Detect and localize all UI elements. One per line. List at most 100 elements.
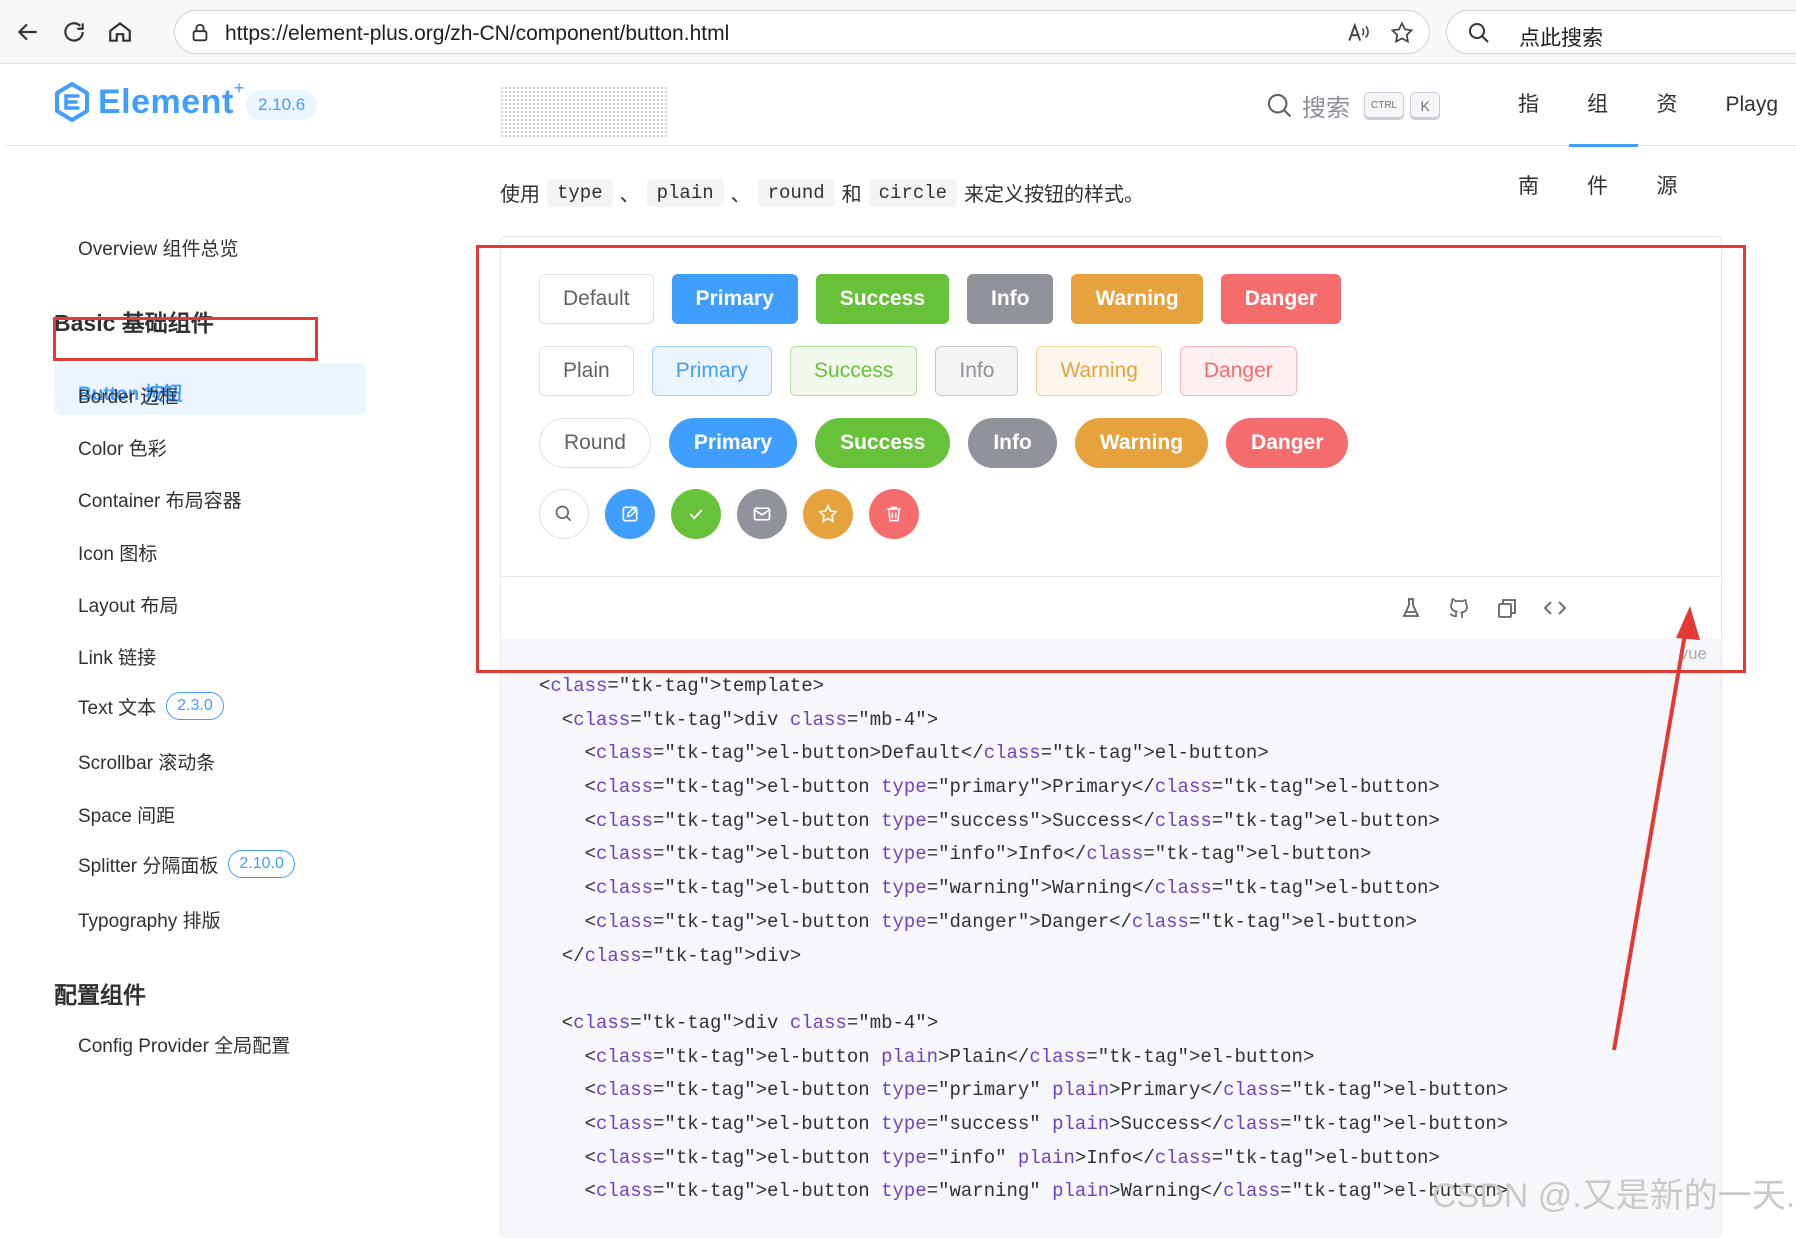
playground-icon[interactable] bbox=[1399, 596, 1423, 620]
button-row-round: Round Primary Success Info Warning Dange… bbox=[539, 418, 1366, 468]
button-row-plain: Plain Primary Success Info Warning Dange… bbox=[539, 346, 1315, 396]
warning-button[interactable]: Warning bbox=[1071, 274, 1203, 324]
element-logo-icon bbox=[55, 82, 89, 122]
info-button[interactable]: Info bbox=[967, 274, 1054, 324]
url-text[interactable]: https://element-plus.org/zh-CN/component… bbox=[225, 22, 729, 46]
round-info-button[interactable]: Info bbox=[968, 418, 1057, 468]
nav-guide[interactable]: 指南 bbox=[1500, 64, 1569, 198]
round-danger-button[interactable]: Danger bbox=[1226, 418, 1349, 468]
sidebar-item-color[interactable]: Color 色彩 bbox=[78, 434, 167, 461]
nav-components[interactable]: 组件 bbox=[1569, 64, 1639, 198]
code-circle: circle bbox=[868, 178, 958, 207]
copy-icon[interactable] bbox=[1495, 596, 1519, 620]
circle-edit-button[interactable] bbox=[605, 489, 655, 539]
star-icon bbox=[818, 503, 838, 523]
kbd-ctrl: CTRL bbox=[1364, 91, 1405, 120]
search-icon bbox=[1267, 93, 1292, 117]
version-badge[interactable]: 2.10.6 bbox=[246, 90, 318, 120]
address-bar[interactable]: https://element-plus.org/zh-CN/component… bbox=[174, 10, 1430, 54]
button-row-default: Default Primary Success Info Warning Dan… bbox=[539, 274, 1359, 324]
circle-delete-button[interactable] bbox=[869, 489, 919, 539]
sidebar-item-label: Border 边框 bbox=[78, 387, 179, 408]
source-code-block: vue <class="tk-tag">template> <class="tk… bbox=[501, 638, 1721, 1238]
site-info-icon[interactable] bbox=[189, 22, 211, 44]
home-button[interactable] bbox=[102, 14, 138, 50]
sidebar-item-text[interactable]: Text 文本 2.3.0 bbox=[78, 692, 224, 720]
sidebar-item-typography[interactable]: Typography 排版 bbox=[78, 906, 221, 933]
demo-preview: Default Primary Success Info Warning Dan… bbox=[501, 237, 1721, 577]
circle-star-button[interactable] bbox=[803, 489, 853, 539]
code-line: <class="tk-tag">el-button plain>Plain</c… bbox=[539, 1045, 1315, 1068]
search-icon bbox=[1469, 23, 1489, 43]
danger-button[interactable]: Danger bbox=[1220, 274, 1342, 324]
primary-button[interactable]: Primary bbox=[671, 274, 798, 324]
top-nav: 指南 组件 资源 Playg bbox=[1500, 64, 1796, 198]
favorite-star-icon[interactable] bbox=[1389, 20, 1415, 46]
back-button[interactable] bbox=[10, 14, 46, 50]
sidebar-item-container[interactable]: Container 布局容器 bbox=[78, 486, 242, 513]
refresh-icon bbox=[64, 22, 84, 42]
code-line: <class="tk-tag">el-button type="primary"… bbox=[539, 776, 1440, 799]
sidebar-item-border[interactable]: Border 边框 bbox=[78, 382, 178, 409]
code-line: <class="tk-tag">template> bbox=[539, 675, 825, 697]
circle-search-button[interactable] bbox=[539, 489, 589, 539]
code-plain: plain bbox=[646, 178, 724, 207]
home-icon bbox=[109, 21, 131, 42]
sidebar-item-label: Icon 图标 bbox=[78, 544, 158, 565]
intro-separator: 、 bbox=[730, 184, 751, 206]
annotation-arrow bbox=[1612, 606, 1700, 1051]
message-icon bbox=[753, 507, 771, 521]
sidebar-item-layout[interactable]: Layout 布局 bbox=[78, 591, 178, 618]
version-badge: 2.3.0 bbox=[166, 692, 224, 720]
check-icon bbox=[689, 509, 703, 520]
sidebar-item-overview[interactable]: Overview 组件总览 bbox=[78, 234, 238, 261]
default-button[interactable]: Default bbox=[539, 274, 654, 324]
sidebar-group-config: 配置组件 bbox=[54, 982, 146, 1008]
sidebar-item-label: Color 色彩 bbox=[78, 439, 167, 460]
nav-resources[interactable]: 资源 bbox=[1638, 64, 1707, 198]
button-row-circle bbox=[539, 489, 935, 539]
browser-search-box[interactable]: 点此搜索 bbox=[1446, 10, 1796, 54]
read-aloud-icon[interactable] bbox=[1345, 20, 1371, 46]
round-success-button[interactable]: Success bbox=[815, 418, 951, 468]
round-warning-button[interactable]: Warning bbox=[1074, 418, 1209, 468]
element-logo[interactable]: Element + bbox=[54, 78, 244, 122]
nav-playground[interactable]: Playg bbox=[1707, 64, 1796, 146]
demo-block: Default Primary Success Info Warning Dan… bbox=[500, 236, 1722, 1238]
source-code: <class="tk-tag">template> <class="tk-tag… bbox=[539, 670, 1508, 1209]
refresh-button[interactable] bbox=[56, 14, 92, 50]
search-label: 搜索 bbox=[1302, 95, 1350, 122]
success-button[interactable]: Success bbox=[815, 274, 949, 324]
round-button[interactable]: Round bbox=[539, 418, 651, 468]
sidebar-item-icon[interactable]: Icon 图标 bbox=[78, 539, 157, 566]
plain-danger-button[interactable]: Danger bbox=[1179, 346, 1297, 396]
sidebar-item-label: Layout 布局 bbox=[78, 596, 179, 617]
sidebar-item-config-provider[interactable]: Config Provider 全局配置 bbox=[78, 1031, 290, 1058]
code-line: <class="tk-tag">div class="mb-4"> bbox=[539, 1011, 939, 1034]
plain-warning-button[interactable]: Warning bbox=[1036, 346, 1162, 396]
code-line: <class="tk-tag">el-button type="success"… bbox=[539, 1112, 1509, 1135]
demo-toolbar bbox=[501, 578, 1721, 638]
plain-primary-button[interactable]: Primary bbox=[651, 346, 773, 396]
sidebar-item-label: Link 链接 bbox=[78, 648, 157, 669]
plain-button[interactable]: Plain bbox=[539, 346, 634, 396]
browser-toolbar: https://element-plus.org/zh-CN/component… bbox=[0, 0, 1796, 64]
search-icon bbox=[555, 505, 572, 522]
sidebar-item-label: Text 文本 bbox=[78, 697, 157, 719]
docs-search[interactable]: 搜索 CTRL K bbox=[1266, 88, 1446, 123]
sidebar-item-link[interactable]: Link 链接 bbox=[78, 643, 156, 670]
sidebar-item-splitter[interactable]: Splitter 分隔面板 2.10.0 bbox=[78, 850, 295, 878]
round-primary-button[interactable]: Primary bbox=[668, 418, 798, 468]
code-line: <class="tk-tag">el-button type="danger">… bbox=[539, 910, 1417, 933]
circle-message-button[interactable] bbox=[737, 489, 787, 539]
plain-success-button[interactable]: Success bbox=[790, 346, 918, 396]
github-icon[interactable] bbox=[1447, 596, 1471, 620]
circle-check-button[interactable] bbox=[671, 489, 721, 539]
sidebar-item-scrollbar[interactable]: Scrollbar 滚动条 bbox=[78, 748, 215, 775]
code-type: type bbox=[547, 178, 613, 207]
view-source-icon[interactable] bbox=[1543, 596, 1567, 620]
plain-info-button[interactable]: Info bbox=[935, 346, 1019, 396]
browser-search-placeholder[interactable]: 点此搜索 bbox=[1519, 22, 1603, 52]
sidebar-item-space[interactable]: Space 间距 bbox=[78, 801, 175, 828]
